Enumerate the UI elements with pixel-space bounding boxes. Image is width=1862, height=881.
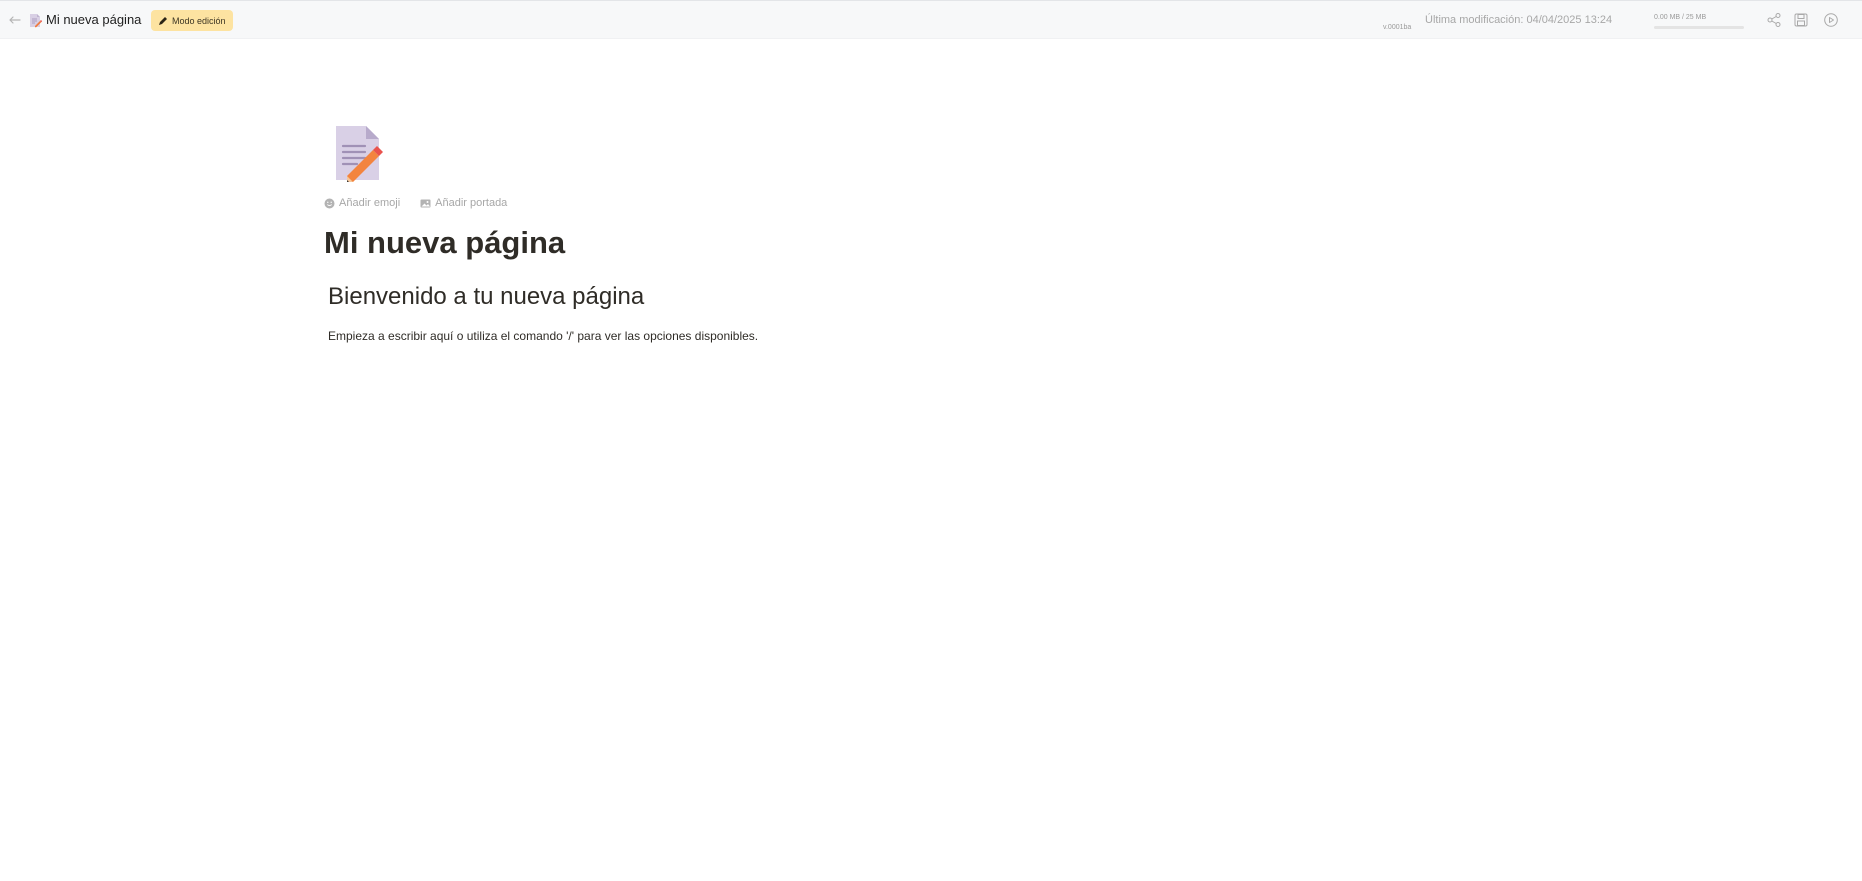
save-button[interactable] [1793, 12, 1809, 28]
storage-text: 0.00 MB / 25 MB [1654, 14, 1707, 21]
paragraph-block[interactable]: Empieza a escribir aquí o utiliza el com… [328, 327, 758, 345]
add-emoji-label: Añadir emoji [339, 197, 401, 209]
add-cover-button[interactable]: Añadir portada [420, 197, 507, 209]
storage-usage: 0.00 MB / 25 MB [1654, 13, 1746, 29]
pencil-icon [159, 16, 167, 25]
edit-mode-label: Modo edición [172, 15, 226, 26]
edit-mode-badge[interactable]: Modo edición [151, 10, 233, 31]
top-bar: Mi nueva página Modo edición v.0001ba Úl… [0, 0, 1862, 39]
memo-icon [336, 126, 383, 182]
page-title-breadcrumb[interactable]: Mi nueva página [46, 12, 141, 27]
add-emoji-button[interactable]: Añadir emoji [324, 197, 400, 209]
arrow-left-icon [9, 16, 21, 24]
share-button[interactable] [1766, 12, 1782, 28]
heading-block[interactable]: Bienvenido a tu nueva página [328, 281, 644, 313]
page-actions: Añadir emoji Añadir portada [324, 197, 507, 209]
version-label: v.0001ba [1383, 24, 1412, 31]
play-icon [1824, 13, 1838, 27]
save-icon [1794, 13, 1808, 27]
page-emoji[interactable] [333, 124, 385, 182]
image-icon [420, 199, 431, 207]
smiley-icon [324, 198, 335, 208]
add-cover-label: Añadir portada [435, 197, 508, 209]
present-button[interactable] [1823, 12, 1839, 28]
back-button[interactable] [7, 12, 23, 28]
memo-icon [29, 13, 43, 28]
share-icon [1767, 13, 1781, 27]
last-modified-label: Última modificación: 04/04/2025 13:24 [1425, 14, 1613, 26]
page-title[interactable]: Mi nueva página [324, 222, 565, 264]
storage-bar [1654, 26, 1744, 29]
